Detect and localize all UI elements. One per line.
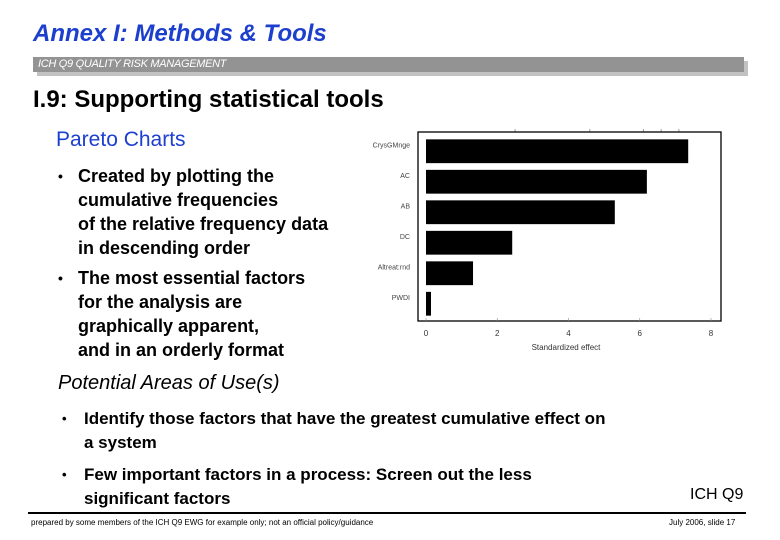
x-tick-label: 0 xyxy=(424,329,429,338)
bullet-line: Identify those factors that have the gre… xyxy=(84,409,606,428)
bullet-icon: • xyxy=(58,168,63,184)
bullet-line: graphically apparent, xyxy=(78,316,260,336)
section-title: I.9: Supporting statistical tools xyxy=(33,86,384,113)
footer-slide-info: July 2006, slide 17 xyxy=(669,518,736,527)
banner-text: ICH Q9 QUALITY RISK MANAGEMENT xyxy=(38,58,227,70)
bullet-line: for the analysis are xyxy=(78,292,243,312)
category-label: DC xyxy=(400,234,410,241)
bullet-icon: • xyxy=(58,270,63,286)
bullet-line: in descending order xyxy=(78,238,251,258)
x-tick-label: 8 xyxy=(709,329,714,338)
bullet-line: Few important factors in a process: Scre… xyxy=(84,465,532,484)
bullet-icon: • xyxy=(62,411,67,426)
x-axis-label: Standardized effect xyxy=(532,343,602,352)
bullet-line: significant factors xyxy=(84,489,231,508)
footer-disclaimer: prepared by some members of the ICH Q9 E… xyxy=(31,518,374,527)
areas-title: Potential Areas of Use(s) xyxy=(58,372,280,394)
bullet-line: Created by plotting the xyxy=(78,166,275,186)
bullet-line: and in an orderly format xyxy=(78,340,285,360)
footer-divider xyxy=(28,512,746,514)
x-tick-label: 6 xyxy=(638,329,643,338)
pareto-chart: CrysGMnge AC AB DC Altreat:rnd PWDI 0 2 4 6 8 Sta… xyxy=(373,129,722,352)
pareto-subtitle: Pareto Charts xyxy=(56,128,186,151)
bar-2 xyxy=(426,200,615,225)
category-label: AB xyxy=(401,203,411,210)
x-tick-label: 2 xyxy=(495,329,500,338)
bullet-line: of the relative frequency data xyxy=(78,214,329,234)
category-label: AC xyxy=(400,173,410,180)
category-label: Altreat:rnd xyxy=(378,264,410,271)
bar-1 xyxy=(426,169,647,194)
category-label: PWDI xyxy=(392,295,410,302)
slide-title: Annex I: Methods & Tools xyxy=(33,20,327,47)
category-label: CrysGMnge xyxy=(373,142,410,149)
bullet-line: a system xyxy=(84,433,157,452)
bullet-line: The most essential factors xyxy=(78,268,306,288)
bar-0 xyxy=(426,139,689,164)
bullet-line: cumulative frequencies xyxy=(78,190,279,210)
x-tick-label: 4 xyxy=(566,329,571,338)
ich-q9-tag: ICH Q9 xyxy=(690,486,744,503)
bullet-icon: • xyxy=(62,467,67,482)
bar-5 xyxy=(426,291,431,316)
bar-3 xyxy=(426,230,513,255)
bar-4 xyxy=(426,261,474,286)
